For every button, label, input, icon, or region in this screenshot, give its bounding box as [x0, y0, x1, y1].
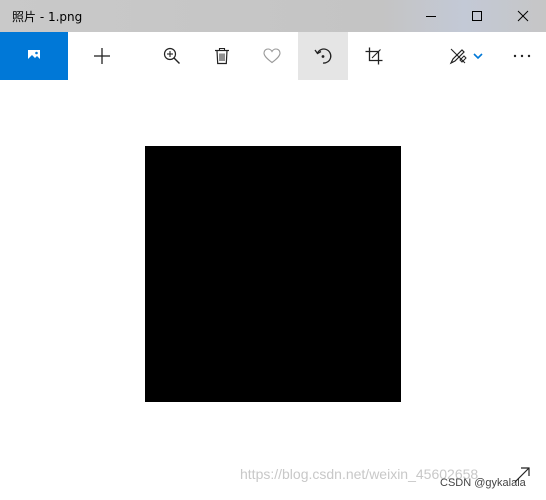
crop-icon — [365, 47, 383, 65]
close-icon — [517, 10, 529, 22]
edit-create-button[interactable] — [442, 32, 490, 80]
edit-draw-icon — [449, 48, 467, 65]
rotate-button[interactable] — [298, 32, 348, 80]
expand-button[interactable] — [510, 463, 534, 487]
add-button[interactable] — [80, 32, 124, 80]
crop-button[interactable] — [352, 32, 396, 80]
minimize-button[interactable] — [408, 0, 454, 32]
chevron-down-icon — [473, 53, 483, 60]
maximize-button[interactable] — [454, 0, 500, 32]
photo-view-button[interactable] — [0, 32, 68, 80]
delete-button[interactable] — [200, 32, 244, 80]
toolbar — [0, 32, 546, 80]
zoom-in-icon — [163, 47, 180, 64]
more-icon — [513, 54, 531, 58]
delete-icon — [215, 47, 229, 65]
zoom-in-button[interactable] — [150, 32, 194, 80]
more-button[interactable] — [500, 32, 544, 80]
window-title: 照片 - 1.png — [12, 10, 83, 24]
favorite-icon — [263, 48, 281, 64]
minimize-icon — [426, 16, 436, 17]
title-bar[interactable]: 照片 - 1.png — [0, 0, 546, 32]
photo-icon — [28, 50, 40, 62]
close-button[interactable] — [500, 0, 546, 32]
expand-icon — [514, 467, 530, 483]
maximize-icon — [472, 11, 482, 21]
add-icon — [94, 48, 110, 64]
favorite-button[interactable] — [250, 32, 294, 80]
displayed-image — [145, 146, 401, 402]
rotate-icon — [314, 48, 332, 64]
